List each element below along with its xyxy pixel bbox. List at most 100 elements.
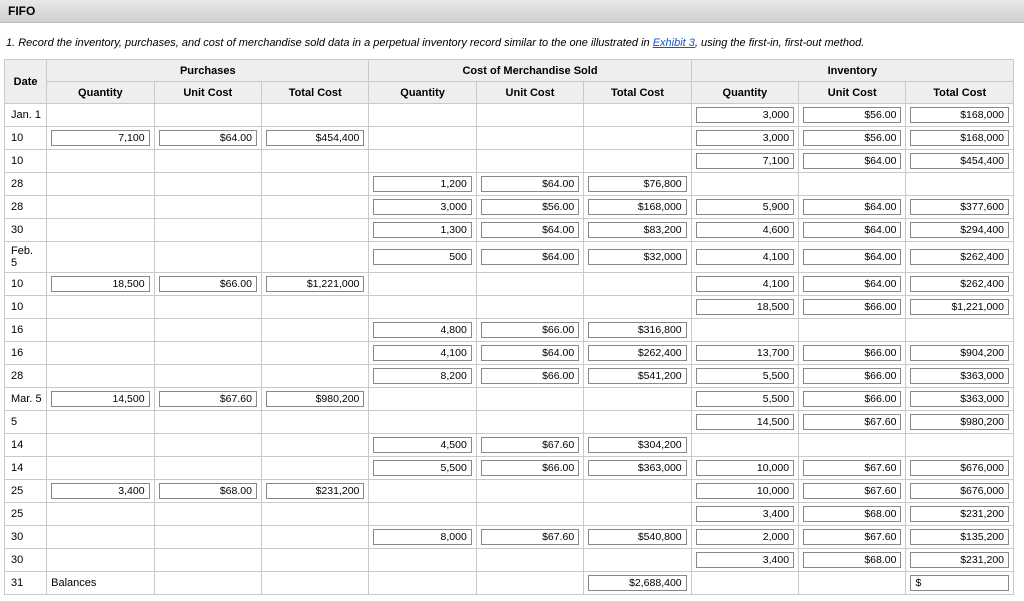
inv-qty-input[interactable]: 5,500 — [696, 368, 794, 384]
empty-cell — [476, 572, 583, 595]
inv-totalcost-input[interactable]: $676,000 — [910, 460, 1009, 476]
inv-unitcost-input[interactable]: $64.00 — [803, 153, 901, 169]
exhibit-link[interactable]: Exhibit 3 — [653, 37, 695, 49]
inv-totalcost-input[interactable]: $135,200 — [910, 529, 1009, 545]
inv-qty-input[interactable]: 4,600 — [696, 222, 794, 238]
inv-totalcost-input[interactable]: $168,000 — [910, 107, 1009, 123]
inv-qty-input[interactable]: 3,000 — [696, 107, 794, 123]
inv-unitcost-input[interactable]: $66.00 — [803, 391, 901, 407]
cogs-unitcost-input[interactable]: $67.60 — [481, 529, 579, 545]
inv-unitcost-input[interactable]: $67.60 — [803, 483, 901, 499]
inv-totalcost-input[interactable]: $294,400 — [910, 222, 1009, 238]
inv-qty-input[interactable]: 3,000 — [696, 130, 794, 146]
inv-qty-input[interactable]: 10,000 — [696, 460, 794, 476]
inv-totalcost-input[interactable]: $904,200 — [910, 345, 1009, 361]
inv-qty-input[interactable]: 13,700 — [696, 345, 794, 361]
cogs-unitcost-input[interactable]: $66.00 — [481, 368, 579, 384]
purchase-unitcost-input[interactable]: $68.00 — [159, 483, 257, 499]
inv-unitcost-input[interactable]: $64.00 — [803, 222, 901, 238]
table-row: 301,300$64.00$83,2004,600$64.00$294,400 — [5, 219, 1014, 242]
inv-unitcost-input[interactable]: $56.00 — [803, 130, 901, 146]
inv-unitcost-input[interactable]: $67.60 — [803, 460, 901, 476]
cogs-qty-input[interactable]: 8,000 — [373, 529, 471, 545]
cogs-qty-input[interactable]: 8,200 — [373, 368, 471, 384]
inv-qty-input[interactable]: 3,400 — [696, 506, 794, 522]
inv-unitcost-input[interactable]: $67.60 — [803, 414, 901, 430]
purchase-unitcost-input[interactable]: $66.00 — [159, 276, 257, 292]
purchase-qty-input[interactable]: 7,100 — [51, 130, 149, 146]
purchase-totalcost-input[interactable]: $454,400 — [266, 130, 364, 146]
inv-unitcost-input[interactable]: $66.00 — [803, 299, 901, 315]
cogs-unitcost-input[interactable]: $67.60 — [481, 437, 579, 453]
inv-totalcost-input[interactable]: $363,000 — [910, 391, 1009, 407]
inv-qty-input[interactable]: 14,500 — [696, 414, 794, 430]
inv-qty-input[interactable]: 5,500 — [696, 391, 794, 407]
cogs-unitcost-input[interactable]: $66.00 — [481, 460, 579, 476]
cogs-unitcost-input[interactable]: $64.00 — [481, 249, 579, 265]
inv-totalcost-input[interactable]: $262,400 — [910, 249, 1009, 265]
inv-totalcost-input[interactable]: $168,000 — [910, 130, 1009, 146]
inv-unitcost-input[interactable]: $66.00 — [803, 345, 901, 361]
purchase-unitcost-input[interactable]: $67.60 — [159, 391, 257, 407]
cogs-totalcost-input[interactable]: $541,200 — [588, 368, 686, 384]
cogs-qty-input[interactable]: 500 — [373, 249, 471, 265]
inv-qty-input[interactable]: 2,000 — [696, 529, 794, 545]
cogs-totalcost-input[interactable]: $83,200 — [588, 222, 686, 238]
inv-unitcost-input[interactable]: $64.00 — [803, 276, 901, 292]
inv-totalcost-input[interactable]: $454,400 — [910, 153, 1009, 169]
inv-totalcost-input[interactable]: $377,600 — [910, 199, 1009, 215]
purchase-qty-input[interactable]: 14,500 — [51, 391, 149, 407]
inv-qty-input[interactable]: 7,100 — [696, 153, 794, 169]
purchase-unitcost-input[interactable]: $64.00 — [159, 130, 257, 146]
cogs-qty-input[interactable]: 4,100 — [373, 345, 471, 361]
purchase-qty-input[interactable]: 18,500 — [51, 276, 149, 292]
purchase-qty-input[interactable]: 3,400 — [51, 483, 149, 499]
inv-totalcost-input[interactable]: $231,200 — [910, 552, 1009, 568]
inv-qty-input[interactable]: 4,100 — [696, 249, 794, 265]
cogs-totalcost-input[interactable]: $262,400 — [588, 345, 686, 361]
inv-qty-input[interactable]: 18,500 — [696, 299, 794, 315]
purchase-totalcost-input[interactable]: $231,200 — [266, 483, 364, 499]
purchase-totalcost-input[interactable]: $1,221,000 — [266, 276, 364, 292]
cogs-totalcost-input[interactable]: $540,800 — [588, 529, 686, 545]
cogs-qty-input[interactable]: 1,300 — [373, 222, 471, 238]
cogs-qty-cell — [369, 549, 476, 572]
cogs-totalcost-input[interactable]: $316,800 — [588, 322, 686, 338]
balances-inv-total-input[interactable]: $ — [910, 575, 1009, 591]
inv-unitcost-input[interactable]: $64.00 — [803, 199, 901, 215]
inv-unitcost-input[interactable]: $68.00 — [803, 506, 901, 522]
cogs-qty-input[interactable]: 4,800 — [373, 322, 471, 338]
cogs-unitcost-input[interactable]: $64.00 — [481, 345, 579, 361]
inv-qty-input[interactable]: 3,400 — [696, 552, 794, 568]
cogs-qty-cell — [369, 104, 476, 127]
inv-unitcost-input[interactable]: $66.00 — [803, 368, 901, 384]
cogs-totalcost-input[interactable]: $168,000 — [588, 199, 686, 215]
inv-qty-input[interactable]: 5,900 — [696, 199, 794, 215]
cogs-totalcost-input[interactable]: $304,200 — [588, 437, 686, 453]
cogs-qty-input[interactable]: 4,500 — [373, 437, 471, 453]
cogs-totalcost-input[interactable]: $363,000 — [588, 460, 686, 476]
inv-totalcost-input[interactable]: $1,221,000 — [910, 299, 1009, 315]
balances-cogs-total-input[interactable]: $2,688,400 — [588, 575, 686, 591]
cogs-totalcost-input[interactable]: $32,000 — [588, 249, 686, 265]
inv-unitcost-input[interactable]: $68.00 — [803, 552, 901, 568]
inv-unitcost-input[interactable]: $56.00 — [803, 107, 901, 123]
inv-qty-input[interactable]: 10,000 — [696, 483, 794, 499]
cogs-totalcost-input[interactable]: $76,800 — [588, 176, 686, 192]
inv-unitcost-input[interactable]: $64.00 — [803, 249, 901, 265]
cogs-qty-input[interactable]: 3,000 — [373, 199, 471, 215]
cogs-unitcost-input[interactable]: $64.00 — [481, 222, 579, 238]
inv-totalcost-input[interactable]: $980,200 — [910, 414, 1009, 430]
cogs-unitcost-input[interactable]: $66.00 — [481, 322, 579, 338]
inv-totalcost-input[interactable]: $231,200 — [910, 506, 1009, 522]
inv-totalcost-input[interactable]: $676,000 — [910, 483, 1009, 499]
inv-qty-input[interactable]: 4,100 — [696, 276, 794, 292]
cogs-qty-input[interactable]: 5,500 — [373, 460, 471, 476]
inv-totalcost-input[interactable]: $363,000 — [910, 368, 1009, 384]
cogs-qty-input[interactable]: 1,200 — [373, 176, 471, 192]
cogs-unitcost-input[interactable]: $64.00 — [481, 176, 579, 192]
purchase-totalcost-input[interactable]: $980,200 — [266, 391, 364, 407]
cogs-unitcost-input[interactable]: $56.00 — [481, 199, 579, 215]
inv-unitcost-input[interactable]: $67.60 — [803, 529, 901, 545]
inv-totalcost-input[interactable]: $262,400 — [910, 276, 1009, 292]
